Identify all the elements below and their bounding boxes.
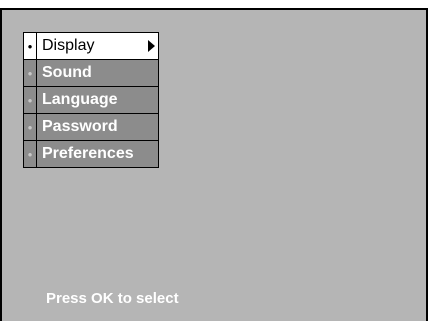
menu-item-language[interactable]: • Language (24, 86, 158, 113)
menu-item-preferences[interactable]: • Preferences (24, 140, 158, 167)
arrow-right-icon (148, 40, 155, 52)
menu-item-label: Language (42, 91, 118, 108)
settings-menu: • Display • Sound • Language • Password … (23, 32, 159, 168)
bullet-icon: • (24, 114, 37, 140)
bullet-icon: • (24, 60, 37, 86)
menu-item-label: Password (42, 118, 118, 135)
menu-item-label: Preferences (42, 145, 134, 162)
menu-item-display[interactable]: • Display (24, 33, 158, 59)
hint-text: Press OK to select (46, 290, 179, 307)
menu-item-label: Display (42, 37, 95, 54)
bullet-icon: • (24, 141, 37, 167)
menu-item-sound[interactable]: • Sound (24, 59, 158, 86)
bullet-icon: • (24, 87, 37, 113)
tv-screen: • Display • Sound • Language • Password … (0, 8, 428, 321)
bullet-icon: • (24, 33, 37, 59)
menu-item-label: Sound (42, 64, 92, 81)
menu-item-password[interactable]: • Password (24, 113, 158, 140)
